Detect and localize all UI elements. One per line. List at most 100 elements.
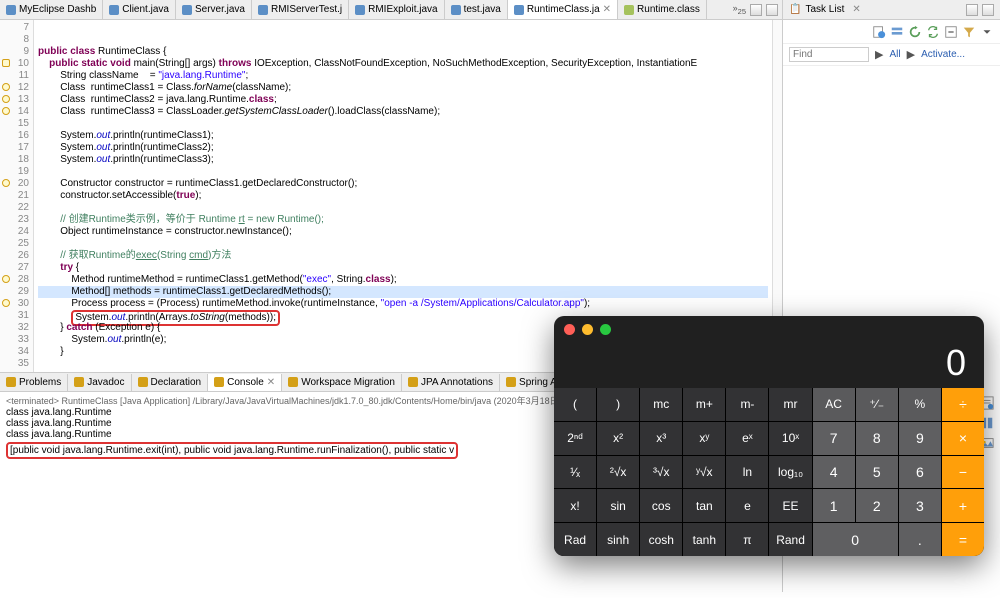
calc-key-π[interactable]: π: [726, 523, 768, 556]
bottom-tab[interactable]: Workspace Migration: [282, 374, 402, 391]
calc-key-.[interactable]: .: [899, 523, 941, 556]
bottom-tab[interactable]: Javadoc: [68, 374, 131, 391]
close-icon[interactable]: ✕: [267, 377, 275, 388]
minimize-icon[interactable]: [750, 4, 762, 16]
bottom-tab[interactable]: Declaration: [132, 374, 209, 391]
calc-key-8[interactable]: 8: [856, 422, 898, 455]
tab-label: Server.java: [195, 4, 245, 15]
calc-key-m+[interactable]: m+: [683, 388, 725, 421]
calc-key-x³[interactable]: x³: [640, 422, 682, 455]
maximize-icon[interactable]: [766, 4, 778, 16]
view-icon: [74, 377, 84, 387]
refresh-icon[interactable]: [908, 25, 922, 39]
filter-icon[interactable]: [962, 25, 976, 39]
calc-key-³√x[interactable]: ³√x: [640, 456, 682, 489]
calc-key-%[interactable]: %: [899, 388, 941, 421]
editor-tab[interactable]: RMIExploit.java: [349, 0, 444, 19]
tab-label: Declaration: [151, 377, 202, 388]
calc-key-0[interactable]: 0: [813, 523, 898, 556]
task-list-icon: 📋: [789, 4, 801, 15]
calc-key-cosh[interactable]: cosh: [640, 523, 682, 556]
calc-key-sin[interactable]: sin: [597, 489, 639, 522]
calc-key-2ⁿᵈ[interactable]: 2ⁿᵈ: [554, 422, 596, 455]
calc-key-²√x[interactable]: ²√x: [597, 456, 639, 489]
calculator-display: 0: [554, 342, 984, 388]
calc-key-Rad[interactable]: Rad: [554, 523, 596, 556]
calc-key-−[interactable]: −: [942, 456, 984, 489]
tab-label: Workspace Migration: [301, 377, 395, 388]
zoom-window-icon[interactable]: [600, 324, 611, 335]
close-window-icon[interactable]: [564, 324, 575, 335]
editor-tab[interactable]: Runtime.class: [618, 0, 707, 19]
calc-key-ln[interactable]: ln: [726, 456, 768, 489]
all-link[interactable]: All: [889, 49, 900, 60]
close-icon[interactable]: ✕: [852, 4, 860, 15]
calc-key-cos[interactable]: cos: [640, 489, 682, 522]
bottom-tab[interactable]: Console✕: [208, 374, 282, 391]
file-icon: [514, 5, 524, 15]
calc-key-ʸ√x[interactable]: ʸ√x: [683, 456, 725, 489]
minimize-window-icon[interactable]: [582, 324, 593, 335]
calc-key-÷[interactable]: ÷: [942, 388, 984, 421]
sync-icon[interactable]: [926, 25, 940, 39]
editor-tab[interactable]: Server.java: [176, 0, 252, 19]
editor-tab[interactable]: RMIServerTest.j: [252, 0, 349, 19]
file-icon: [355, 5, 365, 15]
tab-label: Problems: [19, 377, 61, 388]
calc-key-)[interactable]: ): [597, 388, 639, 421]
calc-key-e[interactable]: e: [726, 489, 768, 522]
editor-tab[interactable]: Client.java: [103, 0, 176, 19]
calc-key-AC[interactable]: AC: [813, 388, 855, 421]
maximize-icon[interactable]: [982, 4, 994, 16]
calc-key-1[interactable]: 1: [813, 489, 855, 522]
calc-key-m-[interactable]: m-: [726, 388, 768, 421]
calc-key-log₁₀[interactable]: log₁₀: [769, 456, 811, 489]
view-icon: [6, 377, 16, 387]
calc-key-2[interactable]: 2: [856, 489, 898, 522]
calc-key-6[interactable]: 6: [899, 456, 941, 489]
calc-key-tanh[interactable]: tanh: [683, 523, 725, 556]
calc-key-¹∕ₓ[interactable]: ¹∕ₓ: [554, 456, 596, 489]
activate-link[interactable]: Activate...: [921, 49, 965, 60]
calc-key-tan[interactable]: tan: [683, 489, 725, 522]
calc-key-EE[interactable]: EE: [769, 489, 811, 522]
calc-key-4[interactable]: 4: [813, 456, 855, 489]
editor-tab[interactable]: MyEclipse Dashb: [0, 0, 103, 19]
collapse-icon[interactable]: [944, 25, 958, 39]
tab-overflow-count[interactable]: »25: [733, 3, 746, 16]
minimize-icon[interactable]: [966, 4, 978, 16]
menu-dropdown-icon[interactable]: [980, 25, 994, 39]
calc-key-mc[interactable]: mc: [640, 388, 682, 421]
calc-key-eˣ[interactable]: eˣ: [726, 422, 768, 455]
calculator-titlebar[interactable]: [554, 316, 984, 342]
calc-key-mr[interactable]: mr: [769, 388, 811, 421]
calc-key-9[interactable]: 9: [899, 422, 941, 455]
category-icon[interactable]: [890, 25, 904, 39]
find-input[interactable]: [789, 47, 869, 62]
tab-label: RMIExploit.java: [368, 4, 437, 15]
new-task-icon[interactable]: [872, 25, 886, 39]
calc-key-⁺∕₋[interactable]: ⁺∕₋: [856, 388, 898, 421]
calc-key-([interactable]: (: [554, 388, 596, 421]
editor-tab[interactable]: test.java: [445, 0, 508, 19]
calc-key-=[interactable]: =: [942, 523, 984, 556]
bottom-tab[interactable]: Problems: [0, 374, 68, 391]
task-list-header: 📋 Task List ✕: [783, 0, 1000, 20]
calc-key-x²[interactable]: x²: [597, 422, 639, 455]
calc-key-7[interactable]: 7: [813, 422, 855, 455]
tab-label: MyEclipse Dashb: [19, 4, 96, 15]
calc-key-3[interactable]: 3: [899, 489, 941, 522]
calc-key-x![interactable]: x!: [554, 489, 596, 522]
close-icon[interactable]: ✕: [603, 4, 611, 15]
calc-key-+[interactable]: +: [942, 489, 984, 522]
calc-key-5[interactable]: 5: [856, 456, 898, 489]
calc-key-×[interactable]: ×: [942, 422, 984, 455]
calc-key-10ˣ[interactable]: 10ˣ: [769, 422, 811, 455]
calc-key-sinh[interactable]: sinh: [597, 523, 639, 556]
calc-key-xʸ[interactable]: xʸ: [683, 422, 725, 455]
editor-tab[interactable]: RuntimeClass.ja✕: [508, 0, 618, 19]
calc-key-Rand[interactable]: Rand: [769, 523, 811, 556]
bottom-tab[interactable]: JPA Annotations: [402, 374, 500, 391]
calculator-window[interactable]: 0 ()mcm+m-mrAC⁺∕₋%÷ 2ⁿᵈx²x³xʸeˣ10ˣ789× ¹∕ₓ…: [554, 316, 984, 556]
tab-label: Console: [227, 377, 264, 388]
